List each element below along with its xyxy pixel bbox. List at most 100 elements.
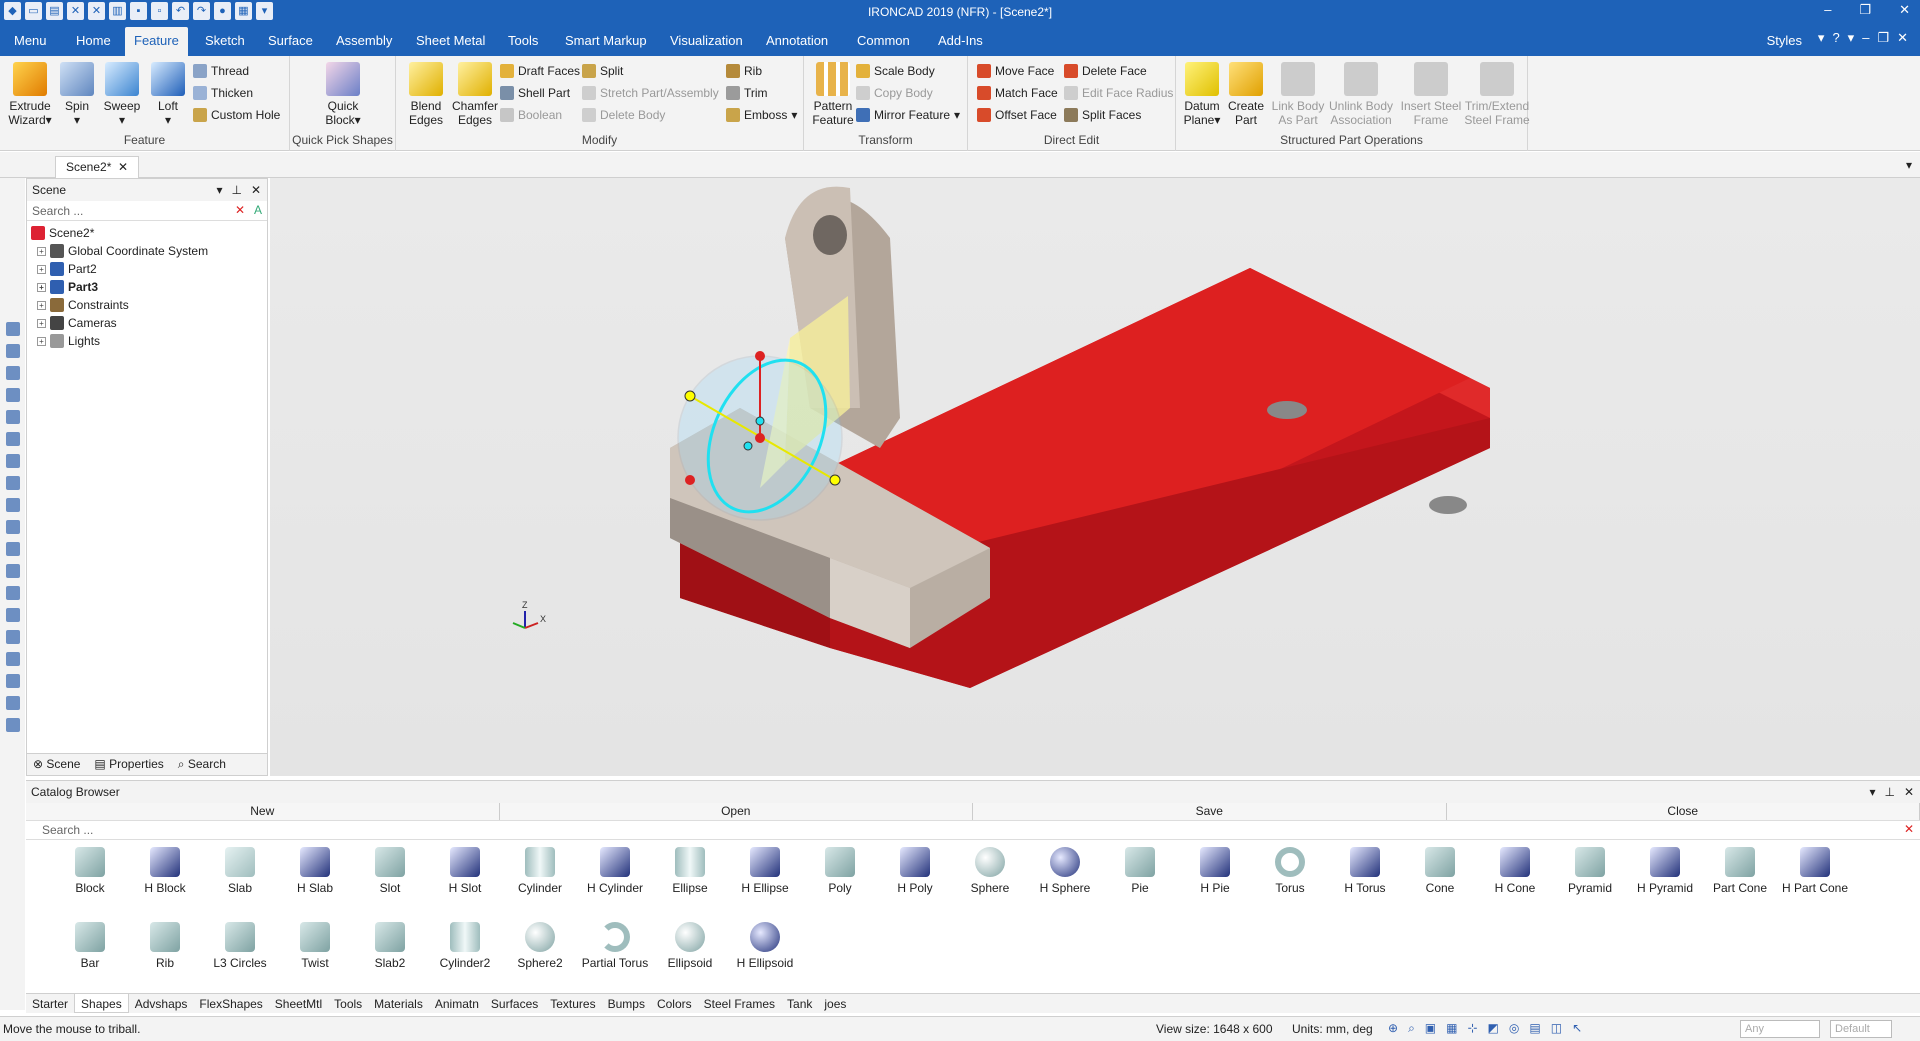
doc-restore-icon[interactable]: ❐: [1877, 30, 1889, 46]
spin-button[interactable]: Spin ▾: [58, 62, 96, 127]
shape-h-pie[interactable]: H Pie: [1175, 847, 1255, 895]
tree-node[interactable]: + Part3: [31, 278, 263, 296]
shape-h-slab[interactable]: H Slab: [275, 847, 355, 895]
menu-add-ins[interactable]: Add-Ins: [938, 33, 983, 48]
tool-icon[interactable]: [5, 454, 20, 468]
catalog-tab-materials[interactable]: Materials: [368, 994, 429, 1013]
tool-icon[interactable]: [5, 432, 20, 446]
dropdown-icon[interactable]: ▾: [216, 183, 222, 197]
shape-h-pyramid[interactable]: H Pyramid: [1625, 847, 1705, 895]
shape-cone[interactable]: Cone: [1400, 847, 1480, 895]
catalog-tab-surfaces[interactable]: Surfaces: [485, 994, 544, 1013]
menu-common[interactable]: Common: [857, 33, 910, 48]
minimize-icon[interactable]: –: [1824, 2, 1831, 18]
style-select[interactable]: Default: [1830, 1020, 1892, 1038]
shape-h-torus[interactable]: H Torus: [1325, 847, 1405, 895]
triball-handle[interactable]: [743, 441, 753, 451]
expand-icon[interactable]: +: [37, 336, 46, 346]
delete-body-button[interactable]: Delete Body: [582, 108, 665, 122]
create-part-button[interactable]: Create Part: [1226, 62, 1266, 127]
close-icon[interactable]: ✕: [251, 183, 261, 197]
triball-handle[interactable]: [829, 474, 841, 486]
link-body-button[interactable]: Link Body As Part: [1270, 62, 1326, 127]
thicken-button[interactable]: Thicken: [193, 86, 253, 100]
shape-h-cone[interactable]: H Cone: [1475, 847, 1555, 895]
quick-block-button[interactable]: Quick Block▾: [320, 62, 366, 127]
tool-icon[interactable]: [5, 608, 20, 622]
tree-node[interactable]: + Constraints: [31, 296, 263, 314]
shape-slab2[interactable]: Slab2: [350, 922, 430, 970]
shape-h-block[interactable]: H Block: [125, 847, 205, 895]
menu-visualization[interactable]: Visualization: [670, 33, 743, 48]
shape-block[interactable]: Block: [50, 847, 130, 895]
shape-twist[interactable]: Twist: [275, 922, 355, 970]
catalog-open-button[interactable]: Open: [499, 803, 973, 820]
catalog-tab-advshaps[interactable]: Advshaps: [129, 994, 194, 1013]
shape-h-ellipsoid[interactable]: H Ellipsoid: [725, 922, 805, 970]
tree-node[interactable]: + Lights: [31, 332, 263, 350]
mirror-feature-button[interactable]: Mirror Feature ▾: [856, 108, 960, 122]
tool-icon[interactable]: [5, 674, 20, 688]
styles-dropdown-icon[interactable]: ▾: [1818, 30, 1825, 46]
3d-viewport[interactable]: Z X: [270, 178, 1920, 776]
shape-slab[interactable]: Slab: [200, 847, 280, 895]
close-icon[interactable]: ✕: [1904, 785, 1914, 799]
catalog-tab-animatn[interactable]: Animatn: [429, 994, 485, 1013]
boolean-button[interactable]: Boolean: [500, 108, 562, 122]
copy-body-button[interactable]: Copy Body: [856, 86, 933, 100]
tool-icon[interactable]: [5, 476, 20, 490]
triad-icon[interactable]: ⊹: [1467, 1021, 1477, 1036]
shape-sphere[interactable]: Sphere: [950, 847, 1030, 895]
shape-part-cone[interactable]: Part Cone: [1700, 847, 1780, 895]
shape-h-ellipse[interactable]: H Ellipse: [725, 847, 805, 895]
custom-hole-button[interactable]: Custom Hole: [193, 108, 280, 122]
menu-sheet-metal[interactable]: Sheet Metal: [416, 33, 485, 48]
shape-pie[interactable]: Pie: [1100, 847, 1180, 895]
doc-close-icon[interactable]: ✕: [1897, 30, 1908, 46]
move-face-button[interactable]: Move Face: [977, 64, 1054, 78]
menu-tools[interactable]: Tools: [508, 33, 538, 48]
triball-handle[interactable]: [684, 390, 696, 402]
shape-h-part-cone[interactable]: H Part Cone: [1775, 847, 1855, 895]
tool-icon[interactable]: [5, 344, 20, 358]
tool-icon[interactable]: [5, 564, 20, 578]
expand-icon[interactable]: +: [37, 264, 46, 274]
tool-icon[interactable]: [5, 542, 20, 556]
doc-minimize-icon[interactable]: –: [1862, 30, 1869, 46]
expand-icon[interactable]: +: [37, 300, 46, 310]
sweep-button[interactable]: Sweep ▾: [102, 62, 142, 127]
offset-face-button[interactable]: Offset Face: [977, 108, 1057, 122]
match-face-button[interactable]: Match Face: [977, 86, 1058, 100]
trim-button[interactable]: Trim: [726, 86, 768, 100]
shape-h-sphere[interactable]: H Sphere: [1025, 847, 1105, 895]
catalog-tab-colors[interactable]: Colors: [651, 994, 698, 1013]
menu-home[interactable]: Home: [76, 33, 111, 48]
menu-sketch[interactable]: Sketch: [205, 33, 245, 48]
menu-assembly[interactable]: Assembly: [336, 33, 392, 48]
expand-icon[interactable]: +: [37, 318, 46, 328]
pin-icon[interactable]: ⊥: [1884, 785, 1894, 799]
tool-icon[interactable]: [5, 366, 20, 380]
help-icon[interactable]: ?: [1832, 30, 1839, 46]
tool-icon[interactable]: [5, 388, 20, 402]
shell-part-button[interactable]: Shell Part: [500, 86, 570, 100]
tree-node[interactable]: + Cameras: [31, 314, 263, 332]
menu-surface[interactable]: Surface: [268, 33, 313, 48]
menu-annotation[interactable]: Annotation: [766, 33, 828, 48]
blend-edges-button[interactable]: Blend Edges: [406, 62, 446, 127]
edit-face-radius-button[interactable]: Edit Face Radius: [1064, 86, 1173, 100]
catalog-close-button[interactable]: Close: [1446, 803, 1920, 820]
tree-node[interactable]: + Global Coordinate System: [31, 242, 263, 260]
extrude-wizard-button[interactable]: Extrude Wizard▾: [8, 62, 52, 127]
catalog-tab-flexshapes[interactable]: FlexShapes: [193, 994, 268, 1013]
catalog-tab-steel-frames[interactable]: Steel Frames: [698, 994, 781, 1013]
tool-icon[interactable]: [5, 410, 20, 424]
doc-tab-close-icon[interactable]: ✕: [118, 160, 128, 174]
triball-handle[interactable]: [685, 475, 695, 485]
styles-menu[interactable]: Styles: [1767, 33, 1802, 48]
shape-slot[interactable]: Slot: [350, 847, 430, 895]
render-icon[interactable]: ▦: [1446, 1021, 1457, 1036]
tree-node[interactable]: + Part2: [31, 260, 263, 278]
catalog-tab-sheetmtl[interactable]: SheetMtl: [269, 994, 328, 1013]
tool-icon[interactable]: [5, 718, 20, 732]
